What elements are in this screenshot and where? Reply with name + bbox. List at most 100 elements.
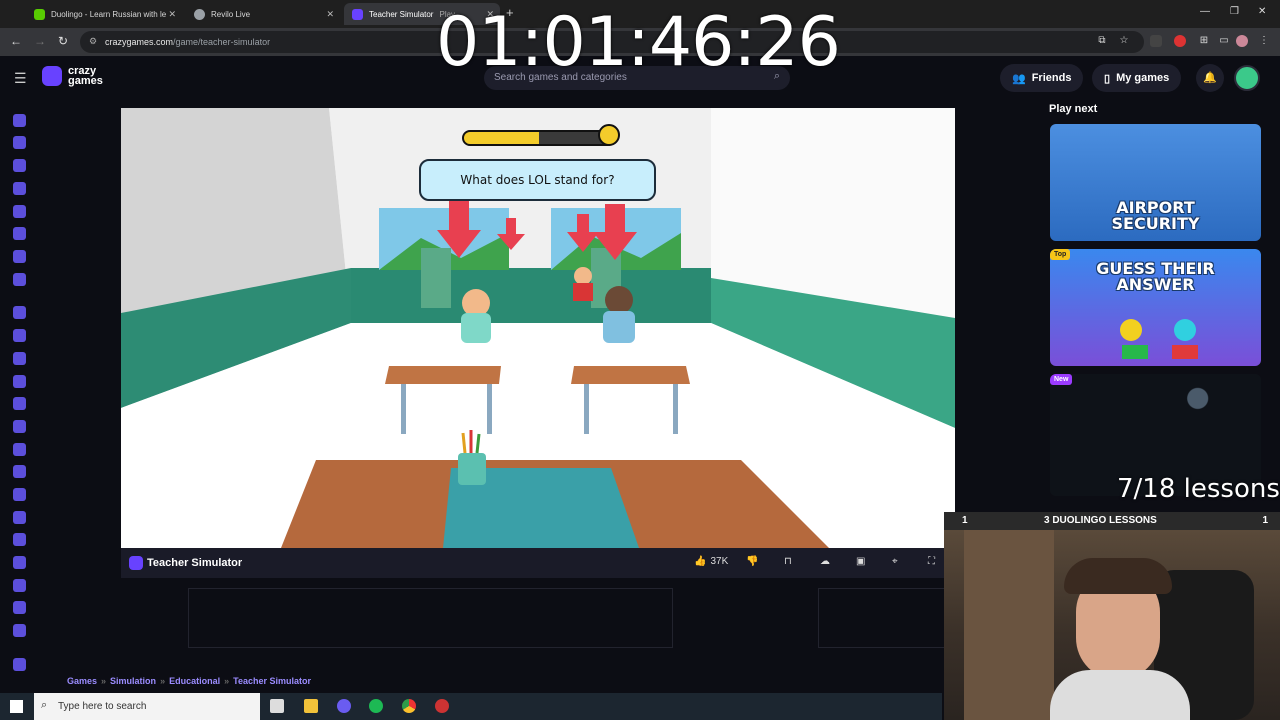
like-button[interactable]: 👍 37K <box>694 556 728 567</box>
lesson-banner: 1 3 DUOLINGO LESSONS 1 <box>944 512 1280 530</box>
trending-icon[interactable] <box>13 182 26 195</box>
close-tab-icon[interactable]: ✕ <box>168 9 176 20</box>
two-player-icon[interactable] <box>13 273 26 286</box>
casual-icon[interactable] <box>13 465 26 478</box>
friends-label: Friends <box>1031 72 1072 84</box>
tag-icon[interactable] <box>13 658 26 671</box>
originals-icon[interactable] <box>13 227 26 240</box>
extension-icon[interactable] <box>1150 35 1162 47</box>
new-badge: New <box>1050 374 1073 385</box>
driving-icon[interactable] <box>13 533 26 546</box>
hamburger-menu-icon[interactable]: ☰ <box>14 70 27 87</box>
dislike-button[interactable]: 👎 <box>746 556 758 567</box>
spotify-icon[interactable] <box>369 699 383 713</box>
profile-icon[interactable] <box>1236 35 1248 47</box>
minimize-icon[interactable]: — <box>1200 6 1210 17</box>
home-icon[interactable] <box>13 114 26 127</box>
breadcrumb-games[interactable]: Games <box>67 676 97 686</box>
clicker-icon[interactable] <box>13 488 26 501</box>
game-toolbar: Teacher Simulator 👍 37K 👎 ⊓ ☁ ▣ ⌖ ⛶ <box>121 548 955 578</box>
restore-icon[interactable]: ❐ <box>1230 6 1239 17</box>
breadcrumb-simulation[interactable]: Simulation <box>110 676 156 686</box>
install-icon[interactable]: ⧉ <box>1096 35 1108 47</box>
extension-icon[interactable] <box>1174 35 1186 47</box>
url-host: crazygames.com <box>105 37 174 47</box>
escape-icon[interactable] <box>13 556 26 569</box>
theater-mode-button[interactable]: ⌖ <box>892 556 898 567</box>
obs-icon[interactable] <box>435 699 449 713</box>
card-icon[interactable] <box>13 443 26 456</box>
multiplayer-icon[interactable] <box>13 250 26 263</box>
forward-icon[interactable]: → <box>34 34 46 48</box>
taskbar-search-input[interactable]: ⌕ Type here to search <box>34 693 260 720</box>
car-icon[interactable] <box>13 420 26 433</box>
top-badge: Top <box>1050 249 1071 260</box>
streamer-hair <box>1064 558 1172 594</box>
notifications-bell-icon[interactable]: 🔔 <box>1196 64 1224 92</box>
breadcrumb-educational[interactable]: Educational <box>169 676 220 686</box>
menu-icon[interactable]: ⋮ <box>1258 35 1270 47</box>
cyan-character-icon <box>1174 319 1196 341</box>
chrome-icon[interactable] <box>402 699 416 713</box>
lesson-banner-left: 1 <box>962 515 968 526</box>
game-logo-icon <box>129 556 143 570</box>
tab-revilo-live[interactable]: Revilo Live ✕ <box>186 3 340 25</box>
updated-icon[interactable] <box>13 205 26 218</box>
recent-icon[interactable] <box>13 136 26 149</box>
horror-icon[interactable] <box>13 601 26 614</box>
streamer-shirt <box>1050 670 1190 720</box>
beauty-icon[interactable] <box>13 375 26 388</box>
io-icon[interactable] <box>13 624 26 637</box>
breadcrumb-separator: » <box>160 676 166 686</box>
task-view-icon[interactable] <box>270 699 284 713</box>
close-tab-icon[interactable]: ✕ <box>326 9 334 20</box>
reload-icon[interactable]: ↻ <box>58 34 68 48</box>
close-window-icon[interactable]: ✕ <box>1258 6 1266 17</box>
question-bubble: What does LOL stand for? <box>419 159 656 201</box>
game-card-airport-security[interactable]: AIRPORT SECURITY <box>1050 124 1261 241</box>
adventure-icon[interactable] <box>13 329 26 342</box>
breadcrumb-separator: » <box>101 676 107 686</box>
controller-icon[interactable] <box>13 511 26 524</box>
breadcrumb-separator: » <box>224 676 230 686</box>
discord-icon[interactable] <box>337 699 351 713</box>
site-info-icon[interactable]: ⚙ <box>89 36 97 47</box>
cloud-icon: ☁ <box>820 556 830 567</box>
lesson-progress-bar <box>462 130 616 146</box>
breadcrumb: Games» Simulation» Educational» Teacher … <box>67 676 311 686</box>
bookmark-button[interactable]: ⊓ <box>784 556 792 567</box>
cloud-save-button[interactable]: ☁ <box>820 556 830 567</box>
extensions-puzzle-icon[interactable]: ⊞ <box>1198 35 1210 47</box>
avatar[interactable] <box>1234 65 1260 91</box>
bookmark-star-icon[interactable]: ☆ <box>1118 35 1130 47</box>
crazygames-logo[interactable]: crazy games <box>42 66 103 87</box>
tab-duolingo[interactable]: Duolingo - Learn Russian with le ✕ <box>26 3 182 25</box>
bike-icon[interactable] <box>13 397 26 410</box>
like-count: 37K <box>710 556 729 567</box>
file-explorer-icon[interactable] <box>304 699 318 713</box>
friends-button[interactable]: 👥 Friends <box>1000 64 1084 92</box>
windows-start-icon[interactable] <box>10 700 23 713</box>
green-podium-icon <box>1122 345 1148 359</box>
game-card-guess-their-answer[interactable]: Top GUESS THEIR ANSWER <box>1050 249 1261 366</box>
progress-fill <box>464 132 539 144</box>
fps-icon[interactable] <box>13 579 26 592</box>
back-icon[interactable]: ← <box>10 34 22 48</box>
action-icon[interactable] <box>13 306 26 319</box>
lessons-progress-overlay: 7/18 lessons <box>1117 474 1280 504</box>
taskbar-search-placeholder: Type here to search <box>58 701 147 712</box>
my-games-button[interactable]: ▯ My games <box>1092 64 1182 92</box>
search-icon: ⌕ <box>41 699 48 711</box>
basketball-icon[interactable] <box>13 352 26 365</box>
url-text: crazygames.com/game/teacher-simulator <box>105 37 270 47</box>
card-title: AIRPORT SECURITY <box>1111 198 1200 233</box>
fullscreen-button[interactable]: ⛶ <box>928 556 935 567</box>
game-title: Teacher Simulator <box>147 557 243 569</box>
feedback-button[interactable]: ▣ <box>856 556 865 567</box>
new-icon[interactable] <box>13 159 26 172</box>
game-canvas[interactable]: What does LOL stand for? <box>121 108 955 548</box>
sidebar-icon[interactable]: ▭ <box>1218 35 1230 47</box>
globe-favicon-icon <box>194 8 205 20</box>
webcam-feed <box>944 530 1280 720</box>
breadcrumb-teacher-simulator[interactable]: Teacher Simulator <box>233 676 311 686</box>
